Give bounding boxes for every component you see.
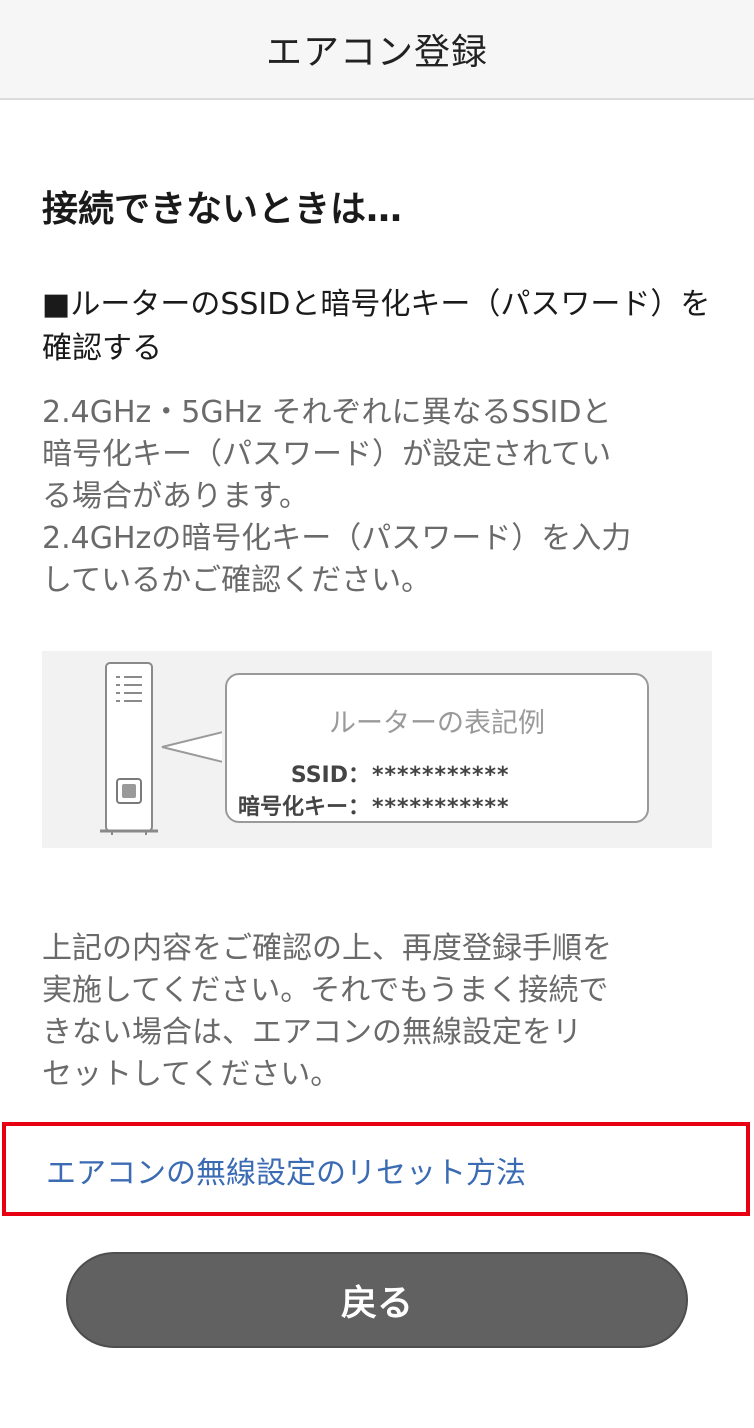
ssid-value: ***********	[372, 763, 510, 788]
instruction-line: セットしてください。	[42, 1057, 341, 1092]
back-button[interactable]: 戻る	[66, 1252, 688, 1348]
description-line: 2.4GHzの暗号化キー（パスワード）を入力	[42, 521, 632, 556]
label-callout: ルーターの表記例 SSID：*********** 暗号化キー：********…	[225, 673, 649, 823]
description-line: る場合があります。	[42, 479, 309, 514]
ssid-label: SSID：	[290, 763, 370, 788]
app-header: エアコン登録	[0, 0, 754, 100]
description-line: しているかご確認ください。	[42, 563, 432, 598]
description-line: 暗号化キー（パスワード）が設定されてい	[42, 437, 612, 472]
instruction-line: 実施してください。それでもうまく接続で	[42, 973, 609, 1008]
instruction-line: きない場合は、エアコンの無線設定をリ	[42, 1015, 582, 1050]
reset-method-link[interactable]: エアコンの無線設定のリセット方法	[46, 1148, 526, 1192]
check-router-subheading: ■ルーターのSSIDと暗号化キー（パスワード）を確認する	[42, 287, 711, 366]
key-value: ***********	[372, 795, 510, 820]
retry-instructions: 上記の内容をご確認の上、再度登録手順を 実施してください。それでもうまく接続で …	[42, 928, 722, 1096]
key-row: 暗号化キー：***********	[227, 789, 627, 821]
section-heading: 接続できないときは…	[42, 189, 403, 230]
key-label: 暗号化キー：	[237, 795, 370, 820]
description-line: 2.4GHz・5GHz それぞれに異なるSSIDと	[42, 395, 612, 430]
description-text: 2.4GHz・5GHz それぞれに異なるSSIDと 暗号化キー（パスワード）が設…	[42, 392, 722, 602]
instruction-line: 上記の内容をご確認の上、再度登録手順を	[42, 931, 612, 966]
page-title: エアコン登録	[265, 32, 488, 73]
router-label-example: ルーターの表記例 SSID：*********** 暗号化キー：********…	[42, 651, 712, 848]
reset-link-highlight: エアコンの無線設定のリセット方法	[2, 1122, 750, 1216]
router-icon	[100, 662, 222, 835]
label-example-title: ルーターの表記例	[329, 708, 545, 739]
ssid-row: SSID：***********	[227, 757, 627, 789]
